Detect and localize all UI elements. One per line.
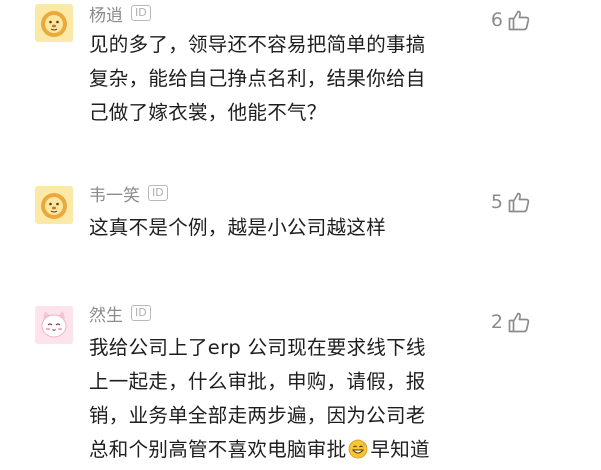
avatar[interactable] <box>35 186 73 224</box>
like-count: 2 <box>490 311 503 333</box>
comment-text-line: 见的多了，领导还不容易把简单的事搞 <box>89 33 426 56</box>
lion-avatar-icon <box>35 186 73 224</box>
author-line: 杨逍 ID <box>89 1 151 26</box>
comment-text-segment: 早知道 <box>370 438 430 461</box>
grinning-sweat-emoji-icon <box>348 436 368 470</box>
author-name[interactable]: 韦一笑 <box>89 181 140 206</box>
author-name[interactable]: 杨逍 <box>89 1 123 26</box>
id-badge: ID <box>148 185 168 201</box>
avatar[interactable] <box>35 4 73 42</box>
id-badge: ID <box>131 5 151 21</box>
author-line: 韦一笑 ID <box>89 181 168 206</box>
like-button[interactable]: 6 <box>491 6 531 34</box>
like-count: 5 <box>490 191 503 213</box>
thumbs-up-icon <box>507 190 531 214</box>
comment-text-line: 这真不是个例，越是小公司越这样 <box>89 216 387 239</box>
avatar[interactable] <box>35 306 73 344</box>
like-button[interactable]: 5 <box>491 188 531 216</box>
thumbs-up-icon <box>507 310 531 334</box>
comment-text: 我给公司上了erp 公司现在要求线下线 上一起走，什么审批，申购，请假，报 销，… <box>89 331 469 470</box>
lion-avatar-icon <box>35 4 73 42</box>
author-name[interactable]: 然生 <box>89 301 123 326</box>
like-button[interactable]: 2 <box>491 308 531 336</box>
id-badge: ID <box>131 305 151 321</box>
comment-text-segment: 总和个别高管不喜欢电脑审批 <box>89 438 347 461</box>
comment-text-line: 复杂，能给自己挣点名利，结果你给自 <box>89 67 426 90</box>
like-count: 6 <box>490 9 503 31</box>
comment-text-line: 销，业务单全部走两步遍，因为公司老 <box>89 404 426 427</box>
author-line: 然生 ID <box>89 301 151 326</box>
comment-text-line: 总和个别高管不喜欢电脑审批 早知道 <box>89 433 469 470</box>
cat-avatar-icon <box>35 306 73 344</box>
comment-text: 这真不是个例，越是小公司越这样 <box>89 211 459 245</box>
comment-text-line: 己做了嫁衣裳，他能不气？ <box>89 101 327 124</box>
comment-text: 见的多了，领导还不容易把简单的事搞 复杂，能给自己挣点名利，结果你给自 己做了嫁… <box>89 28 459 130</box>
comment-text-line: 我给公司上了erp 公司现在要求线下线 <box>89 336 426 359</box>
comment-text-line: 上一起走，什么审批，申购，请假，报 <box>89 370 426 393</box>
thumbs-up-icon <box>507 8 531 32</box>
